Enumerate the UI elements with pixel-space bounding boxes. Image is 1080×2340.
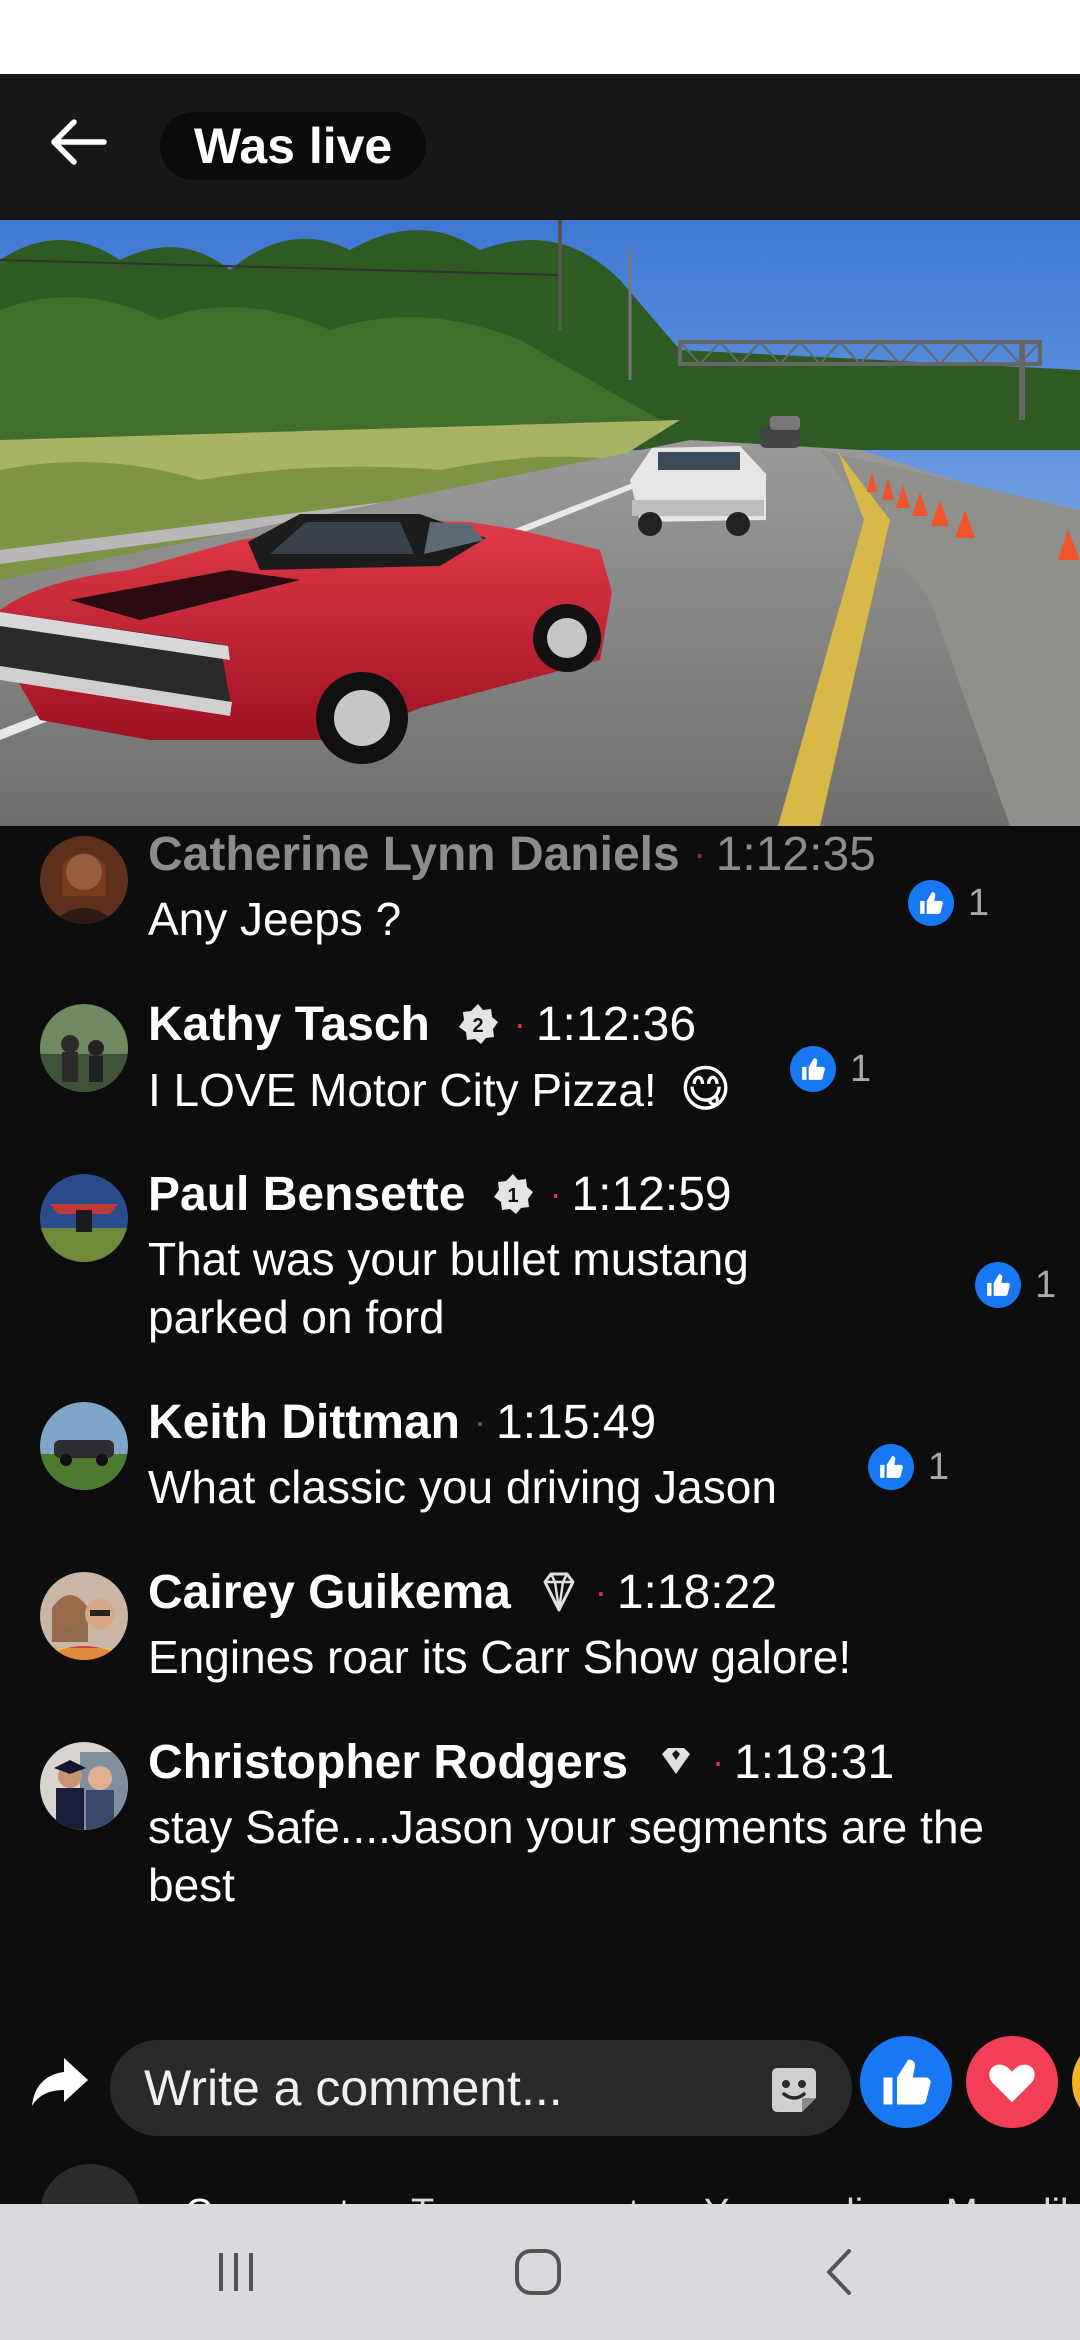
comment-text: Any Jeeps ? xyxy=(148,893,402,945)
like-count: 1 xyxy=(850,1047,872,1090)
collapse-button[interactable] xyxy=(40,2164,140,2204)
diamond-badge-icon xyxy=(537,1570,581,1614)
like-icon xyxy=(868,1444,914,1490)
nav-back-button[interactable] xyxy=(800,2240,880,2304)
recent-apps-icon xyxy=(219,2253,253,2291)
comment-timestamp[interactable]: 1:15:49 xyxy=(496,1395,656,1450)
comment-composer: Write a comment... xyxy=(0,2036,1080,2136)
comment-text: I LOVE Motor City Pizza! xyxy=(148,1064,657,1116)
like-reaction-icon[interactable] xyxy=(860,2036,952,2128)
comment-text-row: I LOVE Motor City Pizza! 😋 xyxy=(148,1060,732,1119)
comment-input[interactable]: Write a comment... xyxy=(110,2040,852,2136)
was-live-label: Was live xyxy=(160,112,427,180)
status-bar xyxy=(0,0,1080,74)
live-replay-screen: Was live Catherine Lynn Daniels · 1:12:3… xyxy=(0,74,1080,2204)
comment-timestamp[interactable]: 1:12:35 xyxy=(716,827,876,882)
like-icon xyxy=(790,1046,836,1092)
tab-comments[interactable]: Comments xyxy=(185,2192,369,2204)
comment-placeholder: Write a comment... xyxy=(144,2060,563,2116)
emoji: 😋 xyxy=(679,1061,732,1117)
avatar[interactable] xyxy=(40,836,128,924)
comment-header: Kathy Tasch 2 · 1:12:36 xyxy=(148,996,696,1052)
home-button[interactable] xyxy=(498,2240,578,2304)
sticker-icon[interactable] xyxy=(766,2062,822,2118)
commenter-name[interactable]: Cairey Guikema xyxy=(148,1565,511,1620)
avatar[interactable] xyxy=(40,1402,128,1490)
separator-dot: · xyxy=(549,1173,562,1214)
like-count: 1 xyxy=(928,1445,950,1488)
avatar[interactable] xyxy=(40,1004,128,1092)
commenter-name[interactable]: Keith Dittman xyxy=(148,1395,460,1450)
fan-badge-2-icon: 2 xyxy=(456,1002,500,1046)
tab-your-replies[interactable]: Your replies xyxy=(704,2192,903,2204)
comment-list[interactable]: Catherine Lynn Daniels · 1:12:35 Any Jee… xyxy=(0,826,1080,2036)
share-button[interactable] xyxy=(28,2050,92,2114)
reaction-count[interactable]: 1 xyxy=(790,1046,871,1092)
comment-header: Paul Bensette 1 · 1:12:59 xyxy=(148,1166,732,1222)
separator-dot: · xyxy=(474,1401,486,1442)
back-button[interactable] xyxy=(38,102,118,182)
comment-text: stay Safe....Jason your segments are the… xyxy=(148,1801,985,1911)
video-frame xyxy=(0,220,1080,826)
chevron-down-icon xyxy=(66,2190,114,2204)
comment-text: What classic you driving Jason xyxy=(148,1461,777,1513)
comment-header: Cairey Guikema · 1:18:22 xyxy=(148,1564,777,1620)
back-icon xyxy=(827,2249,851,2295)
avatar[interactable] xyxy=(40,1174,128,1262)
separator-dot: · xyxy=(513,1003,526,1044)
arrow-left-icon xyxy=(51,119,107,165)
system-nav-bar xyxy=(0,2204,1080,2340)
comment-text: That was your bullet mustang parked on f… xyxy=(148,1233,749,1343)
reaction-count[interactable]: 1 xyxy=(975,1262,1056,1308)
top-bar: Was live xyxy=(0,74,1080,220)
comment-timestamp[interactable]: 1:18:31 xyxy=(734,1735,894,1790)
fan-badge-1-icon: 1 xyxy=(491,1172,535,1216)
haha-reaction-icon[interactable] xyxy=(1072,2036,1080,2128)
comment-filter-tabs: Comments Top comments Your replies More … xyxy=(0,2146,1080,2204)
heart-badge-icon xyxy=(654,1740,698,1784)
commenter-name[interactable]: Catherine Lynn Daniels xyxy=(148,827,680,882)
tab-more-like[interactable]: More lik xyxy=(946,2192,1079,2204)
love-reaction-icon[interactable] xyxy=(966,2036,1058,2128)
reaction-count[interactable]: 1 xyxy=(908,880,989,926)
svg-text:2: 2 xyxy=(472,1015,483,1037)
commenter-name[interactable]: Paul Bensette xyxy=(148,1167,465,1222)
comment-text: Engines roar its Carr Show galore! xyxy=(148,1631,852,1683)
comment-header: Catherine Lynn Daniels · 1:12:35 xyxy=(148,826,876,882)
commenter-name[interactable]: Christopher Rodgers xyxy=(148,1735,628,1790)
video-player[interactable] xyxy=(0,220,1080,826)
commenter-name[interactable]: Kathy Tasch xyxy=(148,997,430,1052)
comment-timestamp[interactable]: 1:12:59 xyxy=(571,1167,731,1222)
separator-dot: · xyxy=(693,833,706,874)
recent-apps-button[interactable] xyxy=(196,2240,276,2304)
tab-top-comments[interactable]: Top comments xyxy=(411,2192,658,2204)
like-count: 1 xyxy=(1035,1263,1057,1306)
comment-header: Christopher Rodgers · 1:18:31 xyxy=(148,1734,894,1790)
comment-timestamp[interactable]: 1:12:36 xyxy=(536,997,696,1052)
like-icon xyxy=(908,880,954,926)
like-count: 1 xyxy=(968,881,990,924)
separator-dot: · xyxy=(594,1571,607,1612)
share-arrow-icon xyxy=(32,2058,88,2106)
home-icon xyxy=(515,2249,561,2295)
separator-dot: · xyxy=(712,1741,725,1782)
like-icon xyxy=(975,1262,1021,1308)
comment-header: Keith Dittman · 1:15:49 xyxy=(148,1394,656,1450)
avatar[interactable] xyxy=(40,1572,128,1660)
svg-text:1: 1 xyxy=(508,1185,519,1207)
comment-timestamp[interactable]: 1:18:22 xyxy=(617,1565,777,1620)
avatar[interactable] xyxy=(40,1742,128,1830)
reaction-count[interactable]: 1 xyxy=(868,1444,949,1490)
